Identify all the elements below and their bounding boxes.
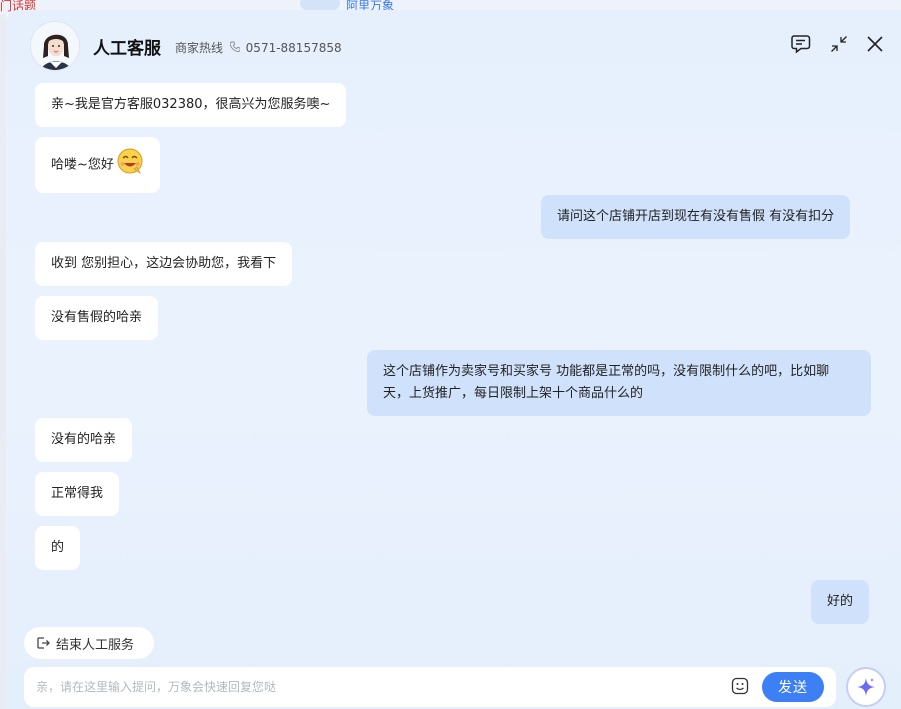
bot-message: 的 — [35, 526, 81, 570]
end-service-label: 结束人工服务 — [56, 637, 135, 653]
ai-assistant-button[interactable] — [846, 667, 886, 707]
agent-avatar-icon — [31, 22, 79, 70]
message-input-box: 发送 — [24, 667, 836, 707]
sparkle-icon — [857, 678, 875, 696]
chat-title: 人工客服 — [93, 39, 161, 59]
minimize-button[interactable] — [827, 32, 851, 56]
close-button[interactable] — [863, 32, 887, 56]
chat-history-icon — [791, 35, 811, 54]
emoji-button[interactable] — [731, 677, 751, 697]
bot-message: 没有售假的哈亲 — [35, 296, 159, 340]
bot-message: 哈喽~您好 — [35, 137, 160, 193]
user-message: 请问这个店铺开店到现在有没有售假 有没有扣分 — [541, 195, 851, 239]
close-icon — [867, 36, 883, 52]
user-message: 这个店铺作为卖家号和买家号 功能都是正常的吗，没有限制什么的吧，比如聊天，上货推… — [367, 350, 871, 416]
giggle-emoji-icon — [116, 147, 144, 183]
merchant-hotline: 商家热线 0571-88157858 — [175, 39, 342, 56]
chat-history-button[interactable] — [789, 32, 813, 56]
user-message: 好的 — [811, 580, 870, 624]
bot-message: 正常得我 — [35, 472, 120, 516]
end-service-button[interactable]: 结束人工服务 — [24, 627, 154, 659]
hotline-number: 0571-88157858 — [245, 41, 342, 55]
minimize-icon — [831, 36, 847, 52]
bot-message: 没有的哈亲 — [35, 418, 133, 462]
send-button[interactable]: 发送 — [762, 672, 824, 702]
phone-icon — [229, 41, 241, 55]
message-input[interactable] — [36, 667, 716, 707]
bot-message: 亲~我是官方客服032380，很高兴为您服务噢~ — [35, 83, 347, 127]
bot-message: 收到 您别担心，这边会协助您，我看下 — [35, 242, 293, 286]
emoji-picker-icon — [731, 677, 749, 695]
chat-header: 人工客服 商家热线 0571-88157858 — [6, 10, 901, 80]
bot-message-text: 哈喽~您好 — [51, 157, 114, 173]
customer-service-chat-window: 人工客服 商家热线 0571-88157858 亲~我是官方客服032380，很… — [6, 10, 901, 709]
exit-icon — [37, 637, 50, 649]
agent-avatar — [30, 21, 80, 71]
hotline-label: 商家热线 — [175, 41, 224, 55]
